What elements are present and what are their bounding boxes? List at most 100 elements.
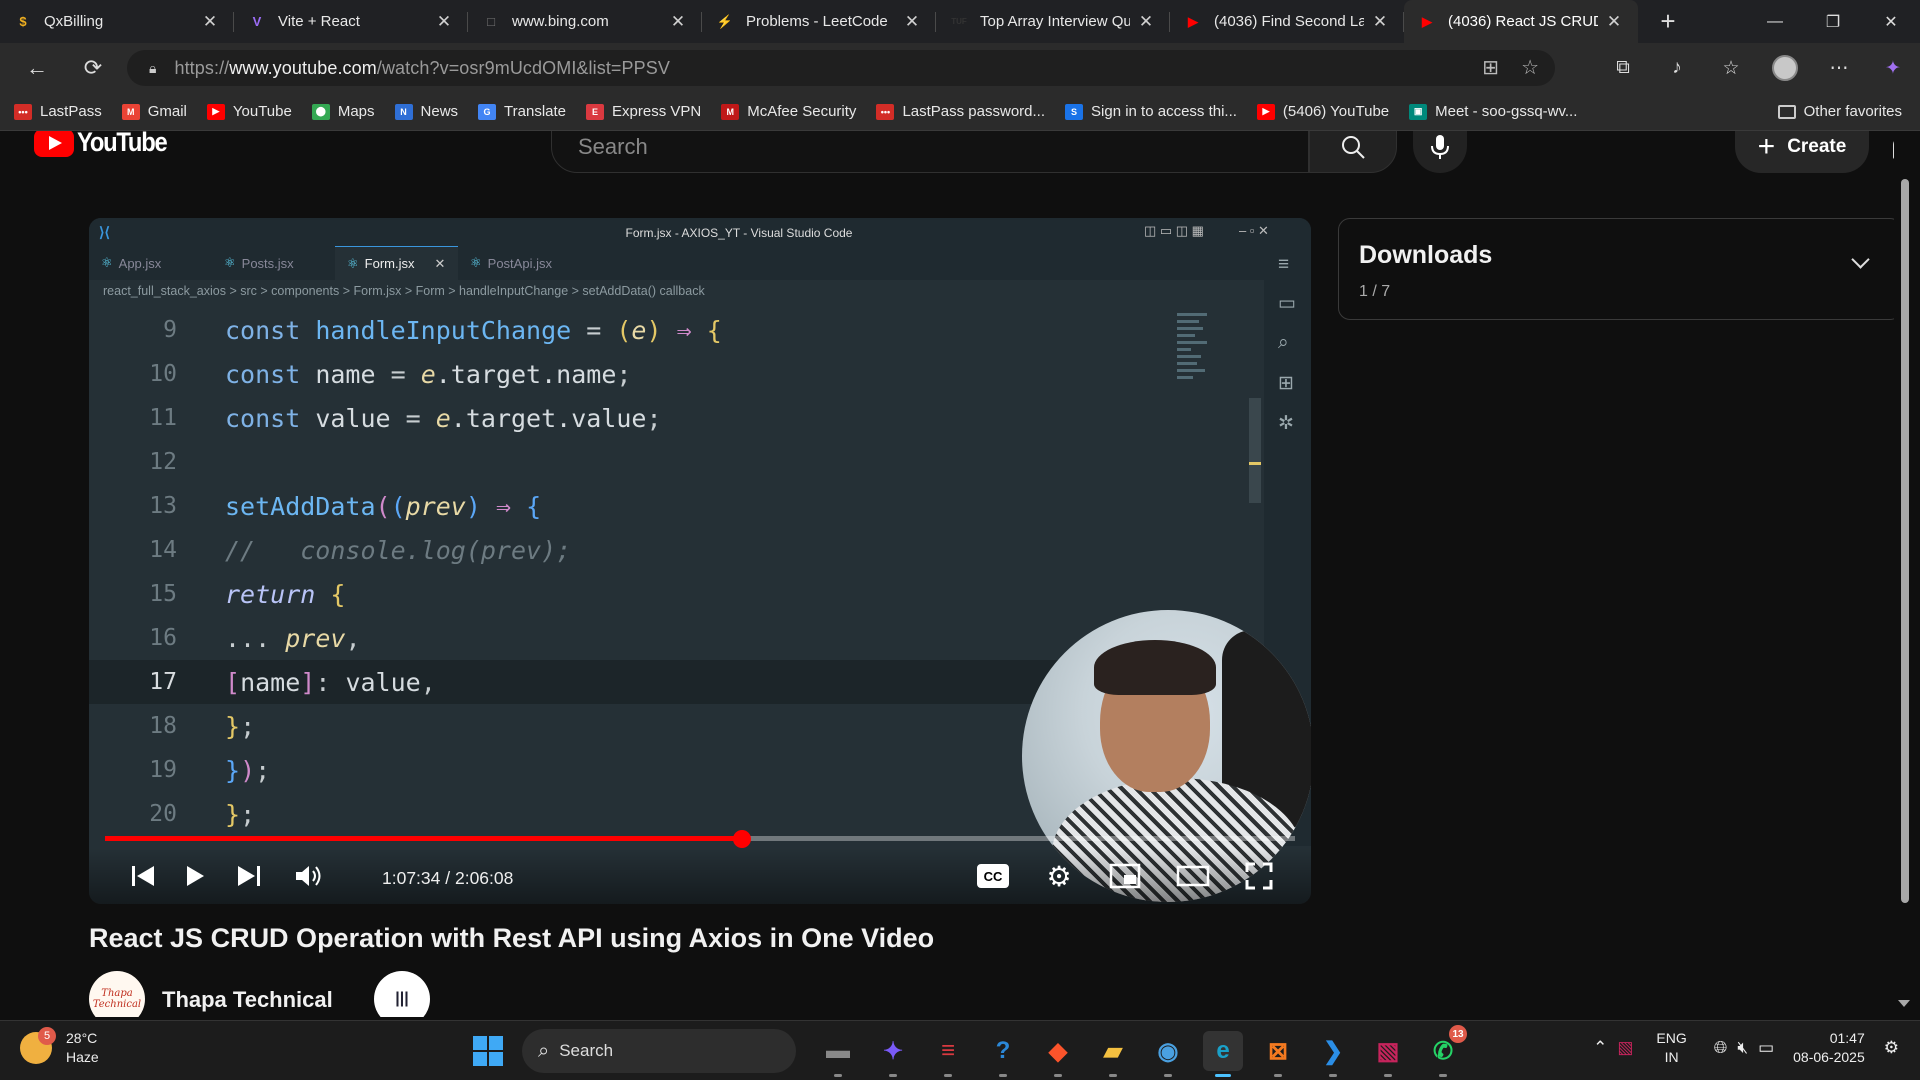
previous-button[interactable] bbox=[123, 858, 163, 894]
video-progress-bar[interactable] bbox=[105, 830, 1295, 848]
favorite-icon: ▶ bbox=[206, 103, 225, 120]
refresh-icon[interactable]: ⟳ bbox=[74, 49, 112, 87]
close-icon: ✕ bbox=[434, 255, 446, 271]
favorite-star-icon[interactable]: ☆ bbox=[1521, 55, 1539, 80]
search-button[interactable] bbox=[1309, 131, 1397, 173]
progress-scrubber[interactable] bbox=[732, 830, 751, 848]
browser-tab[interactable]: ▶ (4036) Find Second Larg ✕ bbox=[1170, 0, 1404, 43]
close-tab-icon[interactable]: ✕ bbox=[1370, 12, 1390, 32]
favorite-item[interactable]: ▶ YouTube bbox=[206, 103, 292, 120]
more-options-icon[interactable]: ⋯ bbox=[1822, 50, 1856, 86]
voice-search-button[interactable] bbox=[1413, 131, 1467, 173]
youtube-logo[interactable]: YouTube bbox=[34, 131, 179, 158]
browser-tab[interactable]: ⚡ Problems - LeetCode ✕ bbox=[702, 0, 936, 43]
close-window-icon[interactable]: ✕ bbox=[1862, 0, 1920, 43]
language-indicator[interactable]: ENG IN bbox=[1656, 1029, 1686, 1067]
chevron-down-icon[interactable] bbox=[1851, 250, 1870, 269]
subtitles-button[interactable]: CC bbox=[973, 858, 1013, 894]
browser-tab[interactable]: TUF Top Array Interview Que ✕ bbox=[936, 0, 1170, 43]
browser-app-icon[interactable]: ◉ bbox=[1148, 1031, 1188, 1077]
back-arrow-icon[interactable]: ← bbox=[18, 49, 56, 87]
brave-app-icon[interactable]: ◆ bbox=[1038, 1031, 1078, 1077]
clock-time: 01:47 bbox=[1829, 1030, 1865, 1046]
favorite-item[interactable]: M McAfee Security bbox=[721, 103, 856, 120]
battery-icon[interactable]: ▭ bbox=[1758, 1038, 1774, 1058]
settings-button[interactable]: ⚙ bbox=[1039, 858, 1079, 894]
miniplayer-button[interactable] bbox=[1105, 858, 1145, 894]
tray-app-icon[interactable]: ▧ bbox=[1617, 1038, 1633, 1058]
notification-center-icon[interactable]: ⚙ bbox=[1884, 1038, 1899, 1058]
edge-app-icon[interactable]: e bbox=[1203, 1031, 1243, 1077]
start-button[interactable] bbox=[473, 1036, 503, 1066]
xampp-app-icon[interactable]: ⊠ bbox=[1258, 1031, 1298, 1077]
close-tab-icon[interactable]: ✕ bbox=[1136, 12, 1156, 32]
file-explorer-grey-app-icon[interactable]: ▬ bbox=[818, 1031, 858, 1077]
favorite-item[interactable]: ••• LastPass password... bbox=[876, 103, 1045, 120]
url-text[interactable]: https://www.youtube.com/watch?v=osr9mUcd… bbox=[174, 58, 670, 79]
show-hidden-icons-chevron-icon[interactable]: ⌃ bbox=[1593, 1038, 1607, 1058]
downloads-playlist-panel[interactable]: Downloads 1 / 7 bbox=[1338, 218, 1896, 320]
restore-icon[interactable]: ❐ bbox=[1804, 0, 1862, 43]
favorite-item[interactable]: ▣ Meet - soo-gssq-wv... bbox=[1409, 103, 1577, 120]
favorite-item[interactable]: S Sign in to access thi... bbox=[1065, 103, 1237, 120]
get-help-app-icon[interactable]: ? bbox=[983, 1031, 1023, 1077]
minimize-icon[interactable]: — bbox=[1746, 0, 1804, 43]
theater-mode-button[interactable] bbox=[1173, 858, 1213, 894]
new-tab-button[interactable]: + bbox=[1648, 0, 1688, 43]
profile-icon[interactable] bbox=[1768, 50, 1802, 86]
channel-avatar[interactable]: Thapa Technical bbox=[89, 971, 145, 1017]
page-scrollbar[interactable] bbox=[1894, 131, 1914, 1017]
channel-member-avatar[interactable]: ||| bbox=[374, 971, 430, 1017]
taskbar-search[interactable]: ⌕ Search bbox=[522, 1029, 796, 1073]
file-explorer-app-icon[interactable]: ▰ bbox=[1093, 1031, 1133, 1077]
speaker-muted-icon[interactable]: 🔇︎ bbox=[1737, 1038, 1748, 1058]
scroll-down-arrow-icon[interactable] bbox=[1898, 1000, 1910, 1007]
favorite-item[interactable]: M Gmail bbox=[121, 103, 187, 120]
play-button[interactable] bbox=[175, 858, 215, 894]
address-bar[interactable]: 🔒︎ https://www.youtube.com/watch?v=osr9m… bbox=[127, 50, 1555, 86]
close-tab-icon[interactable]: ✕ bbox=[434, 12, 454, 32]
favorite-icon: ▶ bbox=[1256, 103, 1275, 120]
create-button[interactable]: + Create bbox=[1735, 131, 1869, 173]
express-vpn-app-icon[interactable]: ≡ bbox=[928, 1031, 968, 1077]
close-tab-icon[interactable]: ✕ bbox=[902, 12, 922, 32]
favorite-item[interactable]: N News bbox=[394, 103, 458, 120]
browser-tab[interactable]: $ QxBilling ✕ bbox=[0, 0, 234, 43]
progress-played bbox=[105, 836, 742, 841]
clock[interactable]: 01:47 08-06-2025 bbox=[1793, 1029, 1865, 1067]
favorite-item[interactable]: ••• LastPass bbox=[14, 103, 102, 120]
favorite-label: Sign in to access thi... bbox=[1091, 103, 1237, 120]
browser-tab[interactable]: V Vite + React ✕ bbox=[234, 0, 468, 43]
channel-name[interactable]: Thapa Technical bbox=[162, 987, 333, 1013]
browser-tab[interactable]: ▶ (4036) React JS CRUD O ✕ bbox=[1404, 0, 1638, 43]
search-input[interactable]: Search bbox=[551, 131, 1309, 173]
copilot-app-icon[interactable]: ✦ bbox=[873, 1031, 913, 1077]
other-favorites-folder[interactable]: Other favorites bbox=[1777, 103, 1902, 120]
favorite-item[interactable]: E Express VPN bbox=[586, 103, 701, 120]
scrollbar-thumb[interactable] bbox=[1901, 179, 1909, 903]
volume-button[interactable] bbox=[289, 858, 329, 894]
copilot-icon[interactable]: ✦ bbox=[1876, 50, 1910, 86]
close-tab-icon[interactable]: ✕ bbox=[1604, 12, 1624, 32]
favorites-icon[interactable]: ☆ bbox=[1714, 50, 1748, 86]
weather-widget[interactable]: 5 28°C Haze bbox=[20, 1027, 99, 1067]
navigation-bar: ← ⟳ 🔒︎ https://www.youtube.com/watch?v=o… bbox=[0, 43, 1920, 93]
read-aloud-icon[interactable]: ♪ bbox=[1660, 50, 1694, 86]
lock-icon[interactable]: 🔒︎ bbox=[149, 60, 156, 77]
extensions-icon[interactable]: ⧉ bbox=[1606, 50, 1640, 86]
fullscreen-button[interactable] bbox=[1239, 858, 1279, 894]
favorite-label: Translate bbox=[504, 103, 567, 120]
app-available-icon[interactable]: ⊞ bbox=[1482, 55, 1499, 80]
whatsapp-app-icon[interactable]: ✆ 13 bbox=[1423, 1025, 1467, 1077]
close-tab-icon[interactable]: ✕ bbox=[200, 12, 220, 32]
vscode-app-icon[interactable]: ❯ bbox=[1313, 1031, 1353, 1077]
close-tab-icon[interactable]: ✕ bbox=[668, 12, 688, 32]
network-icon[interactable]: 🌐︎ bbox=[1714, 1038, 1728, 1058]
next-button[interactable] bbox=[229, 858, 269, 894]
paint-app-icon[interactable]: ▧ bbox=[1368, 1031, 1408, 1077]
favorite-item[interactable]: G Translate bbox=[478, 103, 566, 120]
browser-tab[interactable]: □ www.bing.com ✕ bbox=[468, 0, 702, 43]
favorite-item[interactable]: ▶ (5406) YouTube bbox=[1256, 103, 1389, 120]
video-player[interactable]: ⟩⟨ Form.jsx - AXIOS_YT - Visual Studio C… bbox=[89, 218, 1311, 904]
favorite-item[interactable]: ⬤ Maps bbox=[311, 103, 375, 120]
